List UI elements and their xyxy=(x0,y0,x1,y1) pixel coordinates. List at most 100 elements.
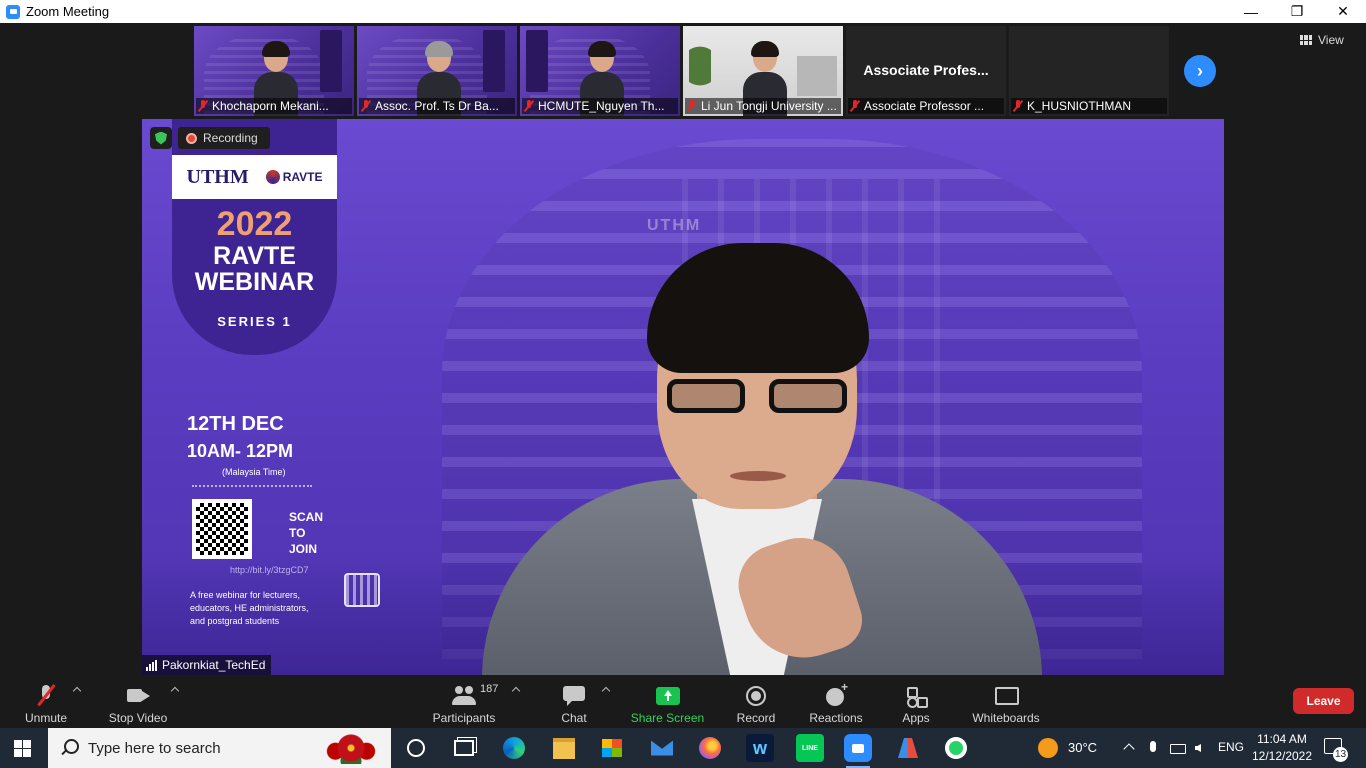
speaker-person xyxy=(482,239,1042,675)
participants-label: Participants xyxy=(432,711,496,725)
whatsapp-icon[interactable] xyxy=(942,734,970,762)
video-options-caret[interactable] xyxy=(171,685,181,695)
leave-button[interactable]: Leave xyxy=(1293,688,1354,714)
participant-tile[interactable]: Associate Profes... Associate Professor … xyxy=(846,26,1006,116)
participant-name-label: K_HUSNIOTHMAN xyxy=(1011,98,1167,114)
webinar-poster: UTHM RAVTE 2022 RAVTE WEBINAR SERIES 1 12… xyxy=(172,119,380,675)
reactions-label: Reactions xyxy=(809,711,863,725)
zoom-taskbar-icon[interactable] xyxy=(844,734,872,768)
search-placeholder: Type here to search xyxy=(88,739,221,757)
meeting-toolbar: Unmute Stop Video Participants 187 Chat … xyxy=(0,675,1366,728)
next-page-button[interactable]: › xyxy=(1184,55,1216,87)
recording-indicator[interactable]: Recording xyxy=(178,127,270,149)
participant-name: K_HUSNIOTHMAN xyxy=(1027,99,1132,113)
record-label: Record xyxy=(736,711,776,725)
temperature[interactable]: 30°C xyxy=(1068,740,1097,755)
uthm-logo: UTHM xyxy=(186,165,249,188)
poster-timezone: (Malaysia Time) xyxy=(222,467,286,477)
unmute-label: Unmute xyxy=(24,711,68,725)
reactions-button[interactable]: Reactions xyxy=(808,679,864,725)
webex-icon[interactable] xyxy=(746,734,774,762)
reactions-icon xyxy=(824,680,848,708)
share-screen-button[interactable]: Share Screen xyxy=(630,679,705,725)
share-screen-icon xyxy=(655,684,680,708)
participant-name: Assoc. Prof. Ts Dr Ba... xyxy=(375,99,499,113)
mic-off-icon xyxy=(687,100,697,112)
taskbar-search-box[interactable]: Type here to search xyxy=(48,728,391,768)
calendar-icon xyxy=(344,573,380,607)
record-icon xyxy=(744,684,768,708)
webinar-poster-thumb xyxy=(483,30,505,92)
mic-off-icon xyxy=(361,100,371,112)
line-app-icon[interactable] xyxy=(796,734,824,762)
qr-code-icon xyxy=(192,499,252,559)
webinar-poster-thumb xyxy=(320,30,342,92)
file-explorer-icon[interactable] xyxy=(550,734,578,762)
share-screen-label: Share Screen xyxy=(630,711,705,725)
mic-off-icon xyxy=(524,100,534,112)
clock-date[interactable]: 12/12/2022 xyxy=(1250,749,1314,763)
battery-icon[interactable] xyxy=(1170,740,1186,756)
stop-video-label: Stop Video xyxy=(108,711,168,725)
chat-label: Chat xyxy=(561,711,587,725)
unmute-button[interactable]: Unmute xyxy=(20,679,72,725)
notification-count-badge: 13 xyxy=(1333,747,1349,762)
video-camera-icon xyxy=(126,684,150,708)
windows-start-icon[interactable] xyxy=(14,740,31,757)
search-icon xyxy=(60,739,79,757)
poster-scan-text: SCAN TO JOIN xyxy=(289,510,324,556)
close-button[interactable]: ✕ xyxy=(1320,0,1366,23)
firefox-icon[interactable] xyxy=(696,734,724,762)
mail-icon[interactable] xyxy=(648,734,676,762)
microphone-tray-icon[interactable] xyxy=(1146,740,1160,756)
participant-strip: Khochaporn Mekani... Assoc. Prof. Ts Dr … xyxy=(194,26,1169,116)
participant-tile[interactable]: Khochaporn Mekani... xyxy=(194,26,354,116)
chat-icon xyxy=(562,684,586,708)
apps-label: Apps xyxy=(902,711,930,725)
view-button[interactable]: View xyxy=(1300,33,1344,47)
input-language[interactable]: ENG xyxy=(1218,740,1244,754)
stop-video-button[interactable]: Stop Video xyxy=(106,679,170,725)
participant-tile[interactable]: K_HUSNIOTHMAN xyxy=(1009,26,1169,116)
snipping-tool-icon[interactable] xyxy=(894,734,922,762)
participant-name-label: Assoc. Prof. Ts Dr Ba... xyxy=(359,98,515,114)
ravte-logo: RAVTE xyxy=(265,170,323,184)
apps-button[interactable]: Apps xyxy=(900,679,932,725)
whiteboard-icon xyxy=(994,684,1019,708)
poster-series: SERIES 1 xyxy=(217,314,292,329)
windows-taskbar: Type here to search 30°C ENG 11:04 AM 12… xyxy=(0,728,1366,768)
task-view-icon[interactable] xyxy=(450,734,478,762)
participants-options-caret[interactable] xyxy=(512,685,522,695)
edge-browser-icon[interactable] xyxy=(500,734,528,762)
chat-button[interactable]: Chat xyxy=(556,679,592,725)
active-speaker-video[interactable]: UTHM UTHM RAVTE 2022 RAVTE WEBINAR SERIES… xyxy=(142,119,1224,675)
record-button[interactable]: Record xyxy=(734,679,778,725)
participant-name: Khochaporn Mekani... xyxy=(212,99,329,113)
window-title: Zoom Meeting xyxy=(26,4,110,19)
participant-tile[interactable]: HCMUTE_Nguyen Th... xyxy=(520,26,680,116)
poster-link: http://bit.ly/3tzgCD7 xyxy=(230,565,309,575)
maximize-button[interactable]: ❐ xyxy=(1274,0,1320,23)
title-bar: Zoom Meeting — ❐ ✕ xyxy=(0,0,1366,23)
chat-options-caret[interactable] xyxy=(602,685,612,695)
participant-tile[interactable]: Li Jun Tongji University ... xyxy=(683,26,843,116)
mic-off-icon xyxy=(1013,100,1023,112)
clock-time[interactable]: 11:04 AM xyxy=(1256,732,1308,746)
participant-tile[interactable]: Assoc. Prof. Ts Dr Ba... xyxy=(357,26,517,116)
chevron-up-icon[interactable] xyxy=(1122,740,1136,756)
meeting-area: Khochaporn Mekani... Assoc. Prof. Ts Dr … xyxy=(0,23,1366,675)
whiteboards-button[interactable]: Whiteboards xyxy=(970,679,1042,725)
cortana-icon[interactable] xyxy=(402,734,430,762)
minimize-button[interactable]: — xyxy=(1228,0,1274,23)
security-shield-icon[interactable] xyxy=(150,127,172,149)
volume-icon[interactable] xyxy=(1194,740,1208,756)
building-sign: UTHM xyxy=(647,217,702,234)
participant-display-name: Associate Profes... xyxy=(863,62,989,78)
microsoft-store-icon[interactable] xyxy=(598,734,626,762)
weather-sun-icon[interactable] xyxy=(1038,738,1058,758)
apps-icon xyxy=(904,684,928,708)
participant-name-label: Li Jun Tongji University ... xyxy=(685,98,841,114)
audio-options-caret[interactable] xyxy=(73,685,83,695)
mic-off-icon xyxy=(850,100,860,112)
view-label: View xyxy=(1318,33,1344,47)
